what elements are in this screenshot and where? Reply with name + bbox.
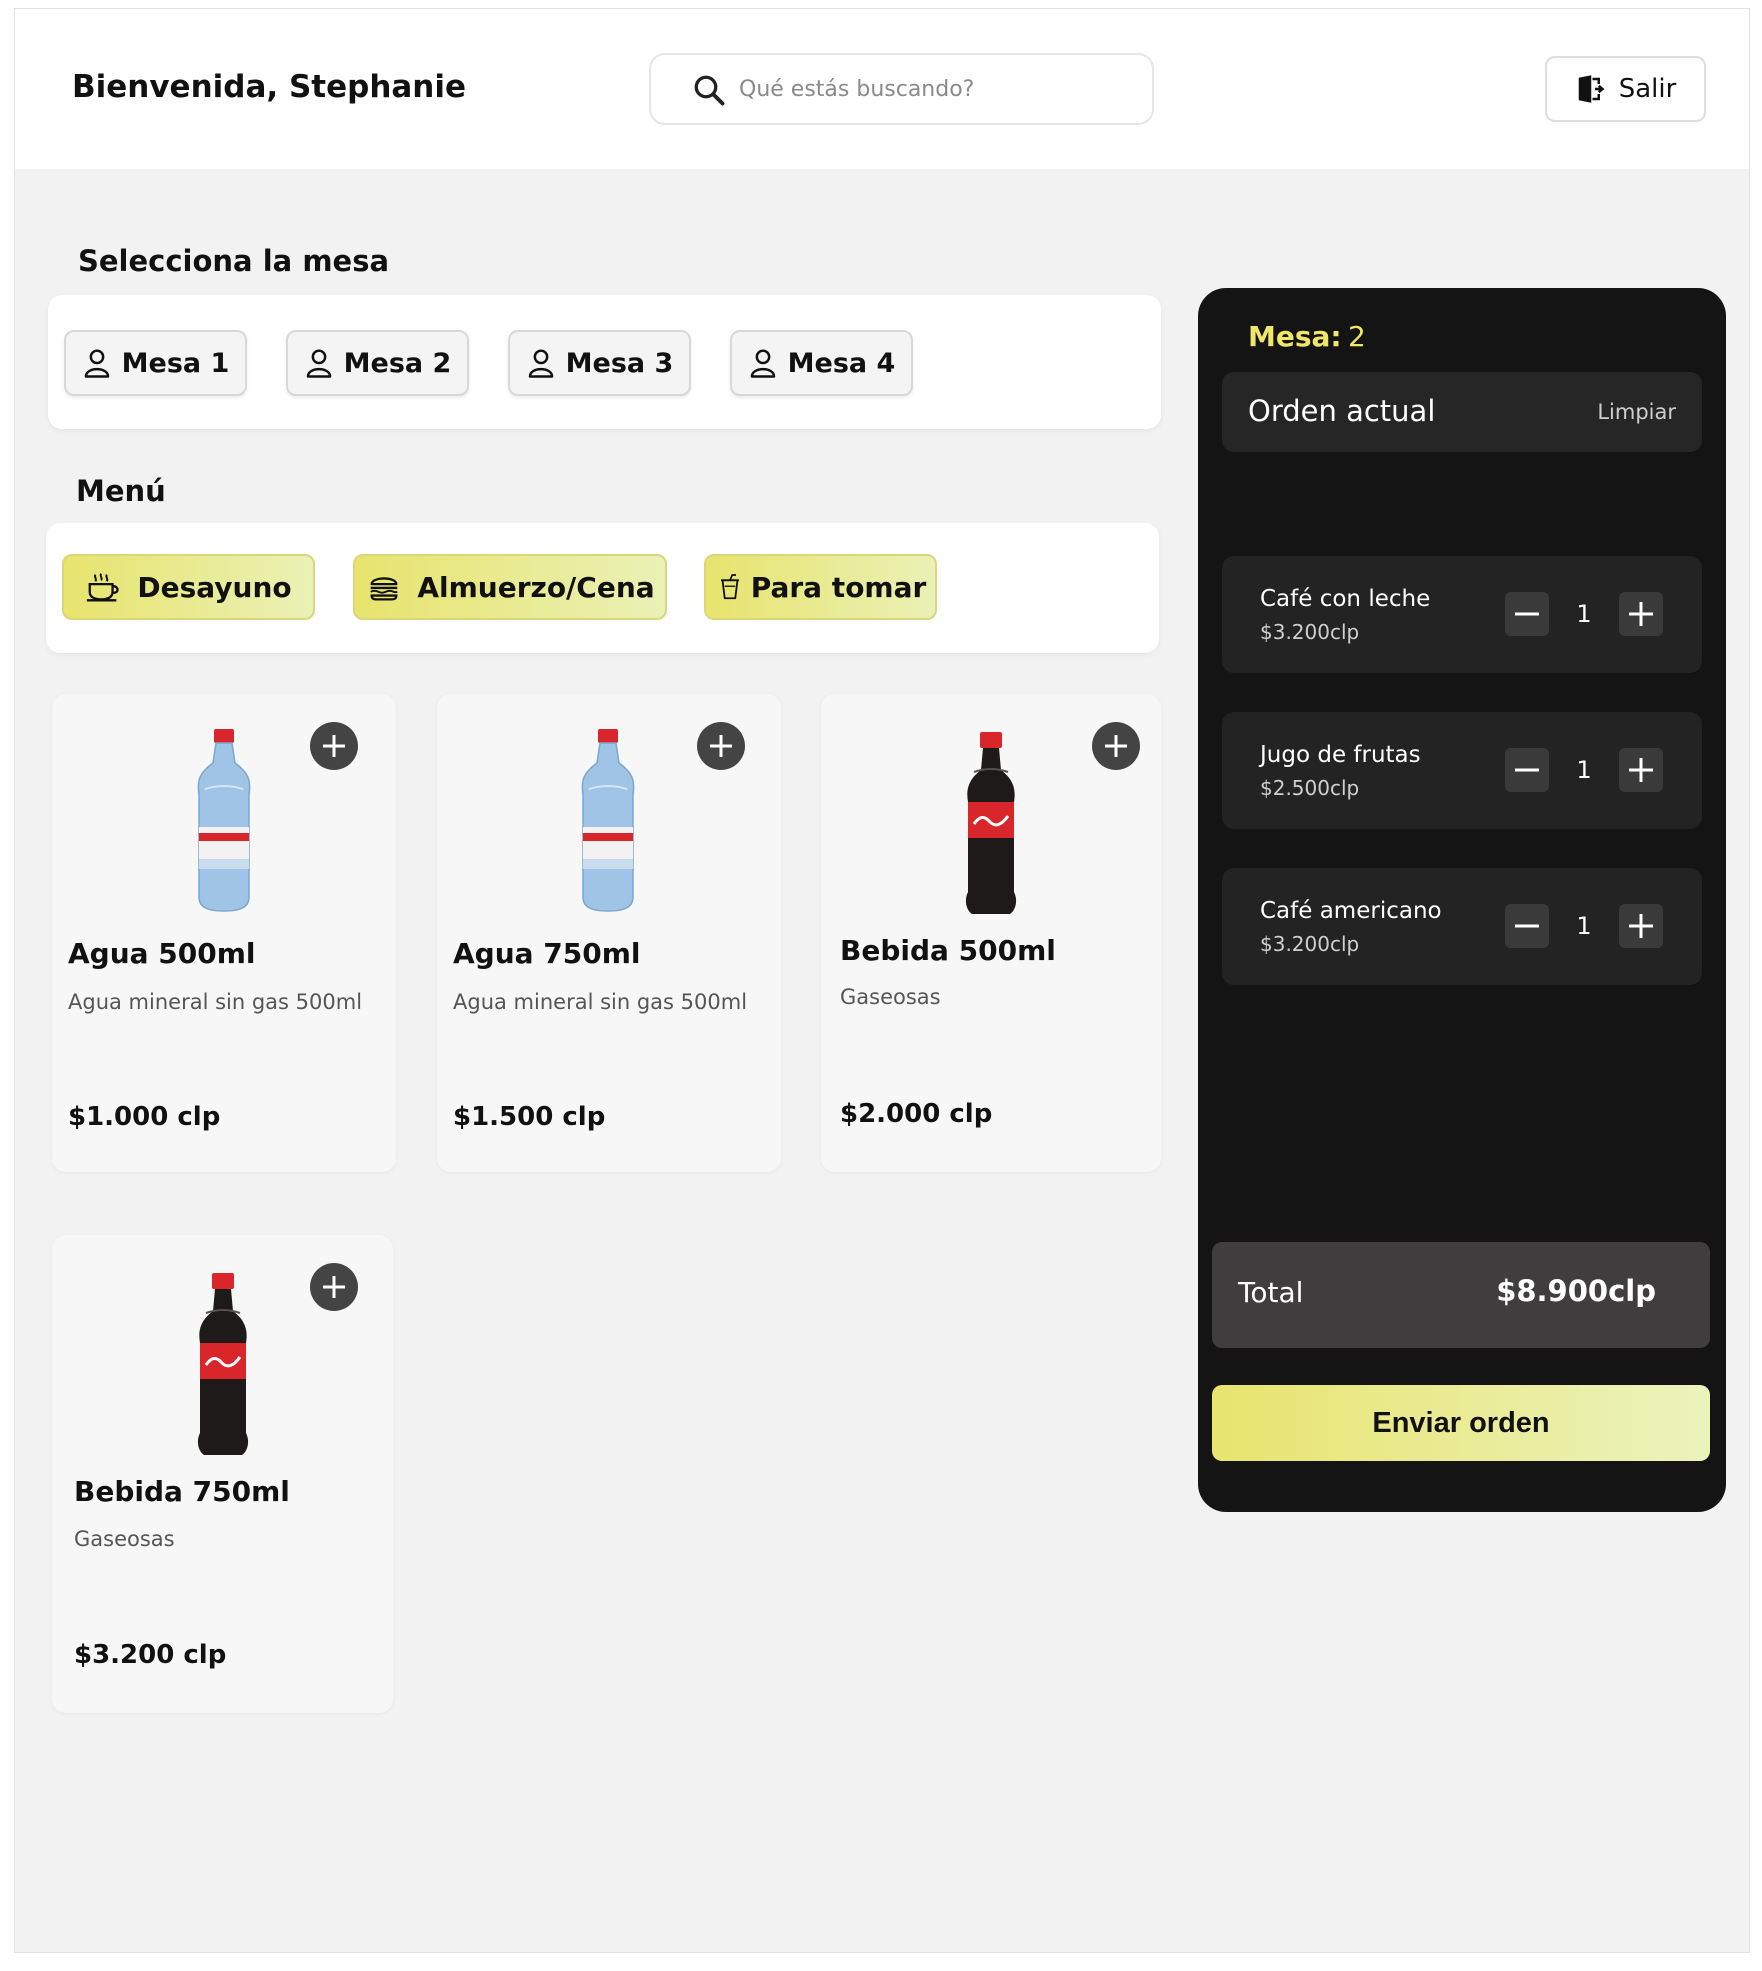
menu-section-title: Menú bbox=[76, 474, 166, 508]
selected-table-label: Mesa: bbox=[1248, 320, 1342, 353]
logout-button[interactable]: Salir bbox=[1545, 56, 1706, 122]
order-item-name: Café americano bbox=[1260, 898, 1442, 924]
category-almuerzo-button[interactable]: Almuerzo/Cena bbox=[353, 554, 667, 620]
cola-bottle-image bbox=[965, 732, 1017, 914]
product-name: Agua 750ml bbox=[453, 937, 641, 970]
table-button-4[interactable]: Mesa 4 bbox=[730, 330, 913, 396]
order-item: Café con leche $3.200clp 1 bbox=[1222, 556, 1702, 673]
table-button-label: Mesa 2 bbox=[343, 347, 452, 379]
total-value: $8.900clp bbox=[1496, 1274, 1656, 1308]
add-to-order-button[interactable] bbox=[1092, 722, 1140, 770]
decrease-quantity-button[interactable] bbox=[1505, 748, 1549, 792]
person-icon bbox=[84, 349, 109, 378]
category-para-tomar-button[interactable]: Para tomar bbox=[704, 554, 937, 620]
product-price: $2.000 clp bbox=[840, 1099, 993, 1129]
table-button-label: Mesa 1 bbox=[121, 347, 230, 379]
order-item-quantity: 1 bbox=[1576, 756, 1592, 784]
order-item-name: Café con leche bbox=[1260, 586, 1431, 612]
product-name: Agua 500ml bbox=[68, 937, 256, 970]
table-button-1[interactable]: Mesa 1 bbox=[64, 330, 247, 396]
table-button-3[interactable]: Mesa 3 bbox=[508, 330, 691, 396]
water-bottle-image bbox=[581, 729, 635, 912]
drink-cup-icon bbox=[720, 574, 739, 600]
table-button-2[interactable]: Mesa 2 bbox=[286, 330, 469, 396]
top-bar: Bienvenida, Stephanie Salir bbox=[15, 9, 1749, 169]
add-to-order-button[interactable] bbox=[310, 1263, 358, 1311]
order-total: Total $8.900clp bbox=[1212, 1242, 1710, 1348]
increase-quantity-button[interactable] bbox=[1619, 748, 1663, 792]
table-button-label: Mesa 3 bbox=[565, 347, 674, 379]
increase-quantity-button[interactable] bbox=[1619, 592, 1663, 636]
order-title: Orden actual bbox=[1248, 394, 1436, 428]
category-label: Desayuno bbox=[137, 570, 292, 604]
product-name: Bebida 500ml bbox=[840, 934, 1056, 967]
product-description: Agua mineral sin gas 500ml bbox=[453, 990, 748, 1014]
add-to-order-button[interactable] bbox=[697, 722, 745, 770]
person-icon bbox=[306, 349, 331, 378]
burger-icon bbox=[370, 577, 399, 601]
selected-table-value: 2 bbox=[1348, 320, 1366, 353]
category-label: Almuerzo/Cena bbox=[417, 570, 655, 604]
decrease-quantity-button[interactable] bbox=[1505, 904, 1549, 948]
category-desayuno-button[interactable]: Desayuno bbox=[62, 554, 315, 620]
categories-panel: Desayuno Almuerzo/Cena Para tomar bbox=[46, 523, 1159, 653]
product-card[interactable]: Agua 500ml Agua mineral sin gas 500ml $1… bbox=[52, 694, 396, 1172]
product-card[interactable]: Bebida 750ml Gaseosas $3.200 clp bbox=[52, 1235, 393, 1713]
total-label: Total bbox=[1238, 1276, 1304, 1309]
order-item-quantity: 1 bbox=[1576, 600, 1592, 628]
order-item-price: $3.200clp bbox=[1260, 620, 1360, 644]
water-bottle-image bbox=[197, 729, 251, 912]
logout-label: Salir bbox=[1618, 74, 1677, 104]
product-price: $3.200 clp bbox=[74, 1640, 227, 1670]
order-item: Jugo de frutas $2.500clp 1 bbox=[1222, 712, 1702, 829]
person-icon bbox=[528, 349, 553, 378]
product-price: $1.500 clp bbox=[453, 1102, 606, 1132]
product-description: Gaseosas bbox=[74, 1527, 175, 1551]
order-item-price: $3.200clp bbox=[1260, 932, 1360, 956]
search-box[interactable] bbox=[649, 53, 1154, 125]
send-order-button[interactable]: Enviar orden bbox=[1212, 1385, 1710, 1461]
order-panel: Mesa: 2 Orden actual Limpiar Café con le… bbox=[1198, 288, 1726, 1512]
product-description: Gaseosas bbox=[840, 985, 941, 1009]
app-frame: Bienvenida, Stephanie Salir Selecciona l… bbox=[14, 8, 1750, 1953]
search-icon bbox=[694, 75, 725, 106]
increase-quantity-button[interactable] bbox=[1619, 904, 1663, 948]
clear-order-button[interactable]: Limpiar bbox=[1597, 400, 1676, 424]
person-icon bbox=[750, 349, 775, 378]
tables-section-title: Selecciona la mesa bbox=[78, 244, 390, 278]
product-name: Bebida 750ml bbox=[74, 1475, 290, 1508]
order-header: Orden actual Limpiar bbox=[1222, 372, 1702, 452]
cola-bottle-image bbox=[197, 1273, 249, 1455]
decrease-quantity-button[interactable] bbox=[1505, 592, 1549, 636]
order-item-price: $2.500clp bbox=[1260, 776, 1360, 800]
category-label: Para tomar bbox=[750, 570, 927, 604]
add-to-order-button[interactable] bbox=[310, 722, 358, 770]
logout-door-icon bbox=[1578, 75, 1605, 103]
table-button-label: Mesa 4 bbox=[787, 347, 896, 379]
order-item-quantity: 1 bbox=[1576, 912, 1592, 940]
welcome-title: Bienvenida, Stephanie bbox=[72, 69, 467, 105]
search-input[interactable] bbox=[739, 69, 1129, 109]
product-card[interactable]: Bebida 500ml Gaseosas $2.000 clp bbox=[821, 694, 1161, 1172]
order-item: Café americano $3.200clp 1 bbox=[1222, 868, 1702, 985]
order-item-name: Jugo de frutas bbox=[1260, 742, 1421, 768]
product-card[interactable]: Agua 750ml Agua mineral sin gas 500ml $1… bbox=[437, 694, 781, 1172]
product-price: $1.000 clp bbox=[68, 1102, 221, 1132]
coffee-cup-icon bbox=[87, 573, 119, 602]
product-description: Agua mineral sin gas 500ml bbox=[68, 990, 363, 1014]
tables-panel: Mesa 1 Mesa 2 Mesa 3 Mesa 4 bbox=[48, 295, 1161, 429]
